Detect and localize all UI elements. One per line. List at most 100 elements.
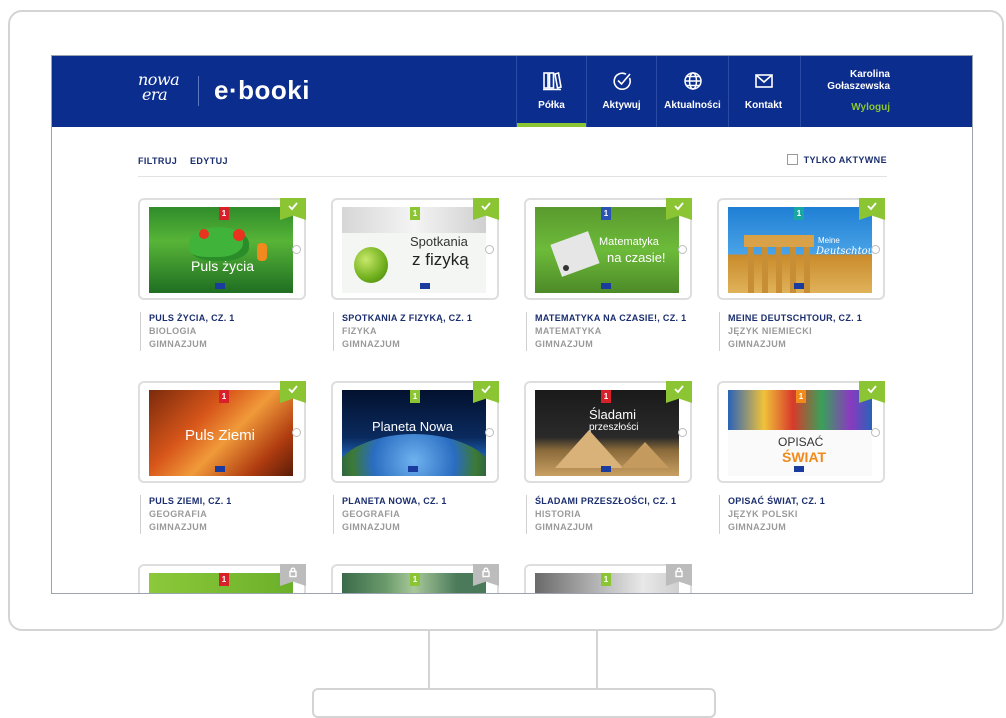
book-cover[interactable]: 1 xyxy=(342,573,486,593)
publisher-mini-logo xyxy=(601,466,611,472)
book-cover[interactable]: Matematyka na czasie! 1 xyxy=(535,207,679,293)
nowa-era-logo[interactable]: nowa era xyxy=(138,72,186,108)
cover-title-line2: z fizyką xyxy=(412,250,469,269)
book-tablet-frame[interactable]: 1 xyxy=(138,564,306,593)
publisher-mini-logo xyxy=(420,283,430,289)
book-subject: JĘZYK POLSKI xyxy=(728,509,798,519)
publisher-mini-logo xyxy=(794,466,804,472)
book-title[interactable]: SPOTKANIA Z FIZYKĄ, CZ. 1 xyxy=(342,312,501,325)
monitor-stand-base xyxy=(312,688,716,718)
user-panel: Karolina Gołaszewska Wyloguj xyxy=(800,56,972,127)
active-check-corner xyxy=(280,381,306,403)
active-check-corner xyxy=(473,198,499,220)
cover-title-line2: ŚWIAT xyxy=(782,449,827,465)
book-cover[interactable]: Śladami przeszłości 1 xyxy=(535,390,679,476)
book-card[interactable]: 1 xyxy=(331,564,501,593)
book-tablet-frame[interactable]: 1 xyxy=(524,564,692,593)
book-card[interactable]: Planeta Nowa 1 PLANETA NOWA, CZ. 1 GEOGR… xyxy=(331,381,501,534)
volume-badge: 1 xyxy=(601,573,611,586)
book-title[interactable]: ŚLADAMI PRZESZŁOŚCI, CZ. 1 xyxy=(535,495,694,508)
book-tablet-frame[interactable]: Puls życia 1 xyxy=(138,198,306,300)
cover-title-line1: OPISAĆ xyxy=(778,435,824,449)
book-cover[interactable]: 1 xyxy=(535,573,679,593)
tablet-home-button xyxy=(292,245,301,254)
book-tablet-frame[interactable]: Śladami przeszłości 1 xyxy=(524,381,692,483)
book-tablet-frame[interactable]: Matematyka na czasie! 1 xyxy=(524,198,692,300)
volume-badge: 1 xyxy=(219,573,229,586)
book-cover[interactable]: Puls Ziemi 1 xyxy=(149,390,293,476)
volume-badge: 1 xyxy=(410,207,420,220)
publisher-mini-logo xyxy=(215,466,225,472)
tablet-home-button xyxy=(485,428,494,437)
book-tablet-frame[interactable]: Spotkania z fizyką 1 xyxy=(331,198,499,300)
nav-label-aktywuj: Aktywuj xyxy=(602,100,641,111)
nav-item-kontakt[interactable]: Kontakt xyxy=(728,56,798,127)
book-tablet-frame[interactable]: Puls Ziemi 1 xyxy=(138,381,306,483)
book-card[interactable]: Śladami przeszłości 1 ŚLADAMI PRZESZŁOŚC… xyxy=(524,381,694,534)
book-cover[interactable]: OPISAĆ ŚWIAT 1 xyxy=(728,390,872,476)
cover-title: Puls życia xyxy=(191,258,255,274)
book-title[interactable]: MEINE DEUTSCHTOUR, CZ. 1 xyxy=(728,312,887,325)
book-tablet-frame[interactable]: 1 xyxy=(331,564,499,593)
filter-link[interactable]: FILTRUJ xyxy=(138,156,177,166)
active-check-corner xyxy=(859,198,885,220)
book-cover[interactable]: Meine Deutschtour 1 xyxy=(728,207,872,293)
book-meta: MEINE DEUTSCHTOUR, CZ. 1 JĘZYK NIEMIECKI… xyxy=(719,312,887,351)
publisher-mini-logo xyxy=(794,283,804,289)
monitor-stand-neck xyxy=(428,631,598,689)
header-bar: nowa era e·booki Półka Aktywuj Aktualnoś… xyxy=(52,56,972,127)
book-subject: GEOGRAFIA xyxy=(149,509,208,519)
book-card[interactable]: Puls Ziemi 1 PULS ZIEMI, CZ. 1 GEOGRAFIA… xyxy=(138,381,308,534)
book-cover[interactable]: Puls życia 1 xyxy=(149,207,293,293)
book-title[interactable]: PULS ZIEMI, CZ. 1 xyxy=(149,495,308,508)
book-tablet-frame[interactable]: Planeta Nowa 1 xyxy=(331,381,499,483)
book-meta: PULS ZIEMI, CZ. 1 GEOGRAFIA GIMNAZJUM xyxy=(140,495,308,534)
cover-title: Planeta Nowa xyxy=(372,419,453,434)
check-icon xyxy=(867,202,877,211)
logout-link[interactable]: Wyloguj xyxy=(801,102,890,113)
check-icon xyxy=(481,202,491,211)
book-title[interactable]: PULS ŻYCIA, CZ. 1 xyxy=(149,312,308,325)
book-cover[interactable]: 1 xyxy=(149,573,293,593)
volume-badge: 1 xyxy=(601,207,611,220)
brand-title[interactable]: e·booki xyxy=(214,75,310,106)
book-card[interactable]: OPISAĆ ŚWIAT 1 OPISAĆ ŚWIAT, CZ. 1 JĘZYK… xyxy=(717,381,887,534)
active-only-checkbox[interactable]: TYLKO AKTYWNE xyxy=(786,154,887,165)
book-cover[interactable]: Spotkania z fizyką 1 xyxy=(342,207,486,293)
nav-item-polka[interactable]: Półka xyxy=(516,56,586,127)
book-title[interactable]: MATEMATYKA NA CZASIE!, CZ. 1 xyxy=(535,312,694,325)
book-meta: PLANETA NOWA, CZ. 1 GEOGRAFIA GIMNAZJUM xyxy=(333,495,501,534)
tablet-home-button xyxy=(292,428,301,437)
book-tablet-frame[interactable]: OPISAĆ ŚWIAT 1 xyxy=(717,381,885,483)
active-check-corner xyxy=(473,381,499,403)
globe-icon xyxy=(683,72,702,90)
book-tablet-frame[interactable]: Meine Deutschtour 1 xyxy=(717,198,885,300)
edit-link[interactable]: EDYTUJ xyxy=(190,156,228,166)
tablet-home-button xyxy=(871,428,880,437)
book-card[interactable]: 1 xyxy=(138,564,308,593)
volume-badge: 1 xyxy=(219,390,229,403)
checkbox-box[interactable] xyxy=(786,154,798,165)
cover-title-line2: przeszłości xyxy=(589,422,639,433)
lock-icon xyxy=(289,567,297,578)
check-icon xyxy=(288,202,298,211)
book-subject: BIOLOGIA xyxy=(149,326,197,336)
nav-item-aktywuj[interactable]: Aktywuj xyxy=(586,56,656,127)
check-icon xyxy=(288,385,298,394)
book-card[interactable]: Spotkania z fizyką 1 SPOTKANIA Z FIZYKĄ,… xyxy=(331,198,501,351)
nav-item-aktualnosci[interactable]: Aktualności xyxy=(656,56,728,127)
tablet-home-button xyxy=(678,245,687,254)
book-card[interactable]: Matematyka na czasie! 1 MATEMATYKA NA CZ… xyxy=(524,198,694,351)
book-card[interactable]: Meine Deutschtour 1 MEINE DEUTSCHTOUR, C… xyxy=(717,198,887,351)
publisher-mini-logo xyxy=(601,283,611,289)
book-cover[interactable]: Planeta Nowa 1 xyxy=(342,390,486,476)
user-last-name: Gołaszewska xyxy=(827,81,890,92)
book-card[interactable]: 1 xyxy=(524,564,694,593)
volume-badge: 1 xyxy=(219,207,229,220)
book-title[interactable]: OPISAĆ ŚWIAT, CZ. 1 xyxy=(728,495,887,508)
book-level: GIMNAZJUM xyxy=(342,522,401,532)
active-check-corner xyxy=(666,198,692,220)
book-title[interactable]: PLANETA NOWA, CZ. 1 xyxy=(342,495,501,508)
logo-divider xyxy=(198,76,199,106)
book-card[interactable]: Puls życia 1 PULS ŻYCIA, CZ. 1 BIOLOGIA … xyxy=(138,198,308,351)
